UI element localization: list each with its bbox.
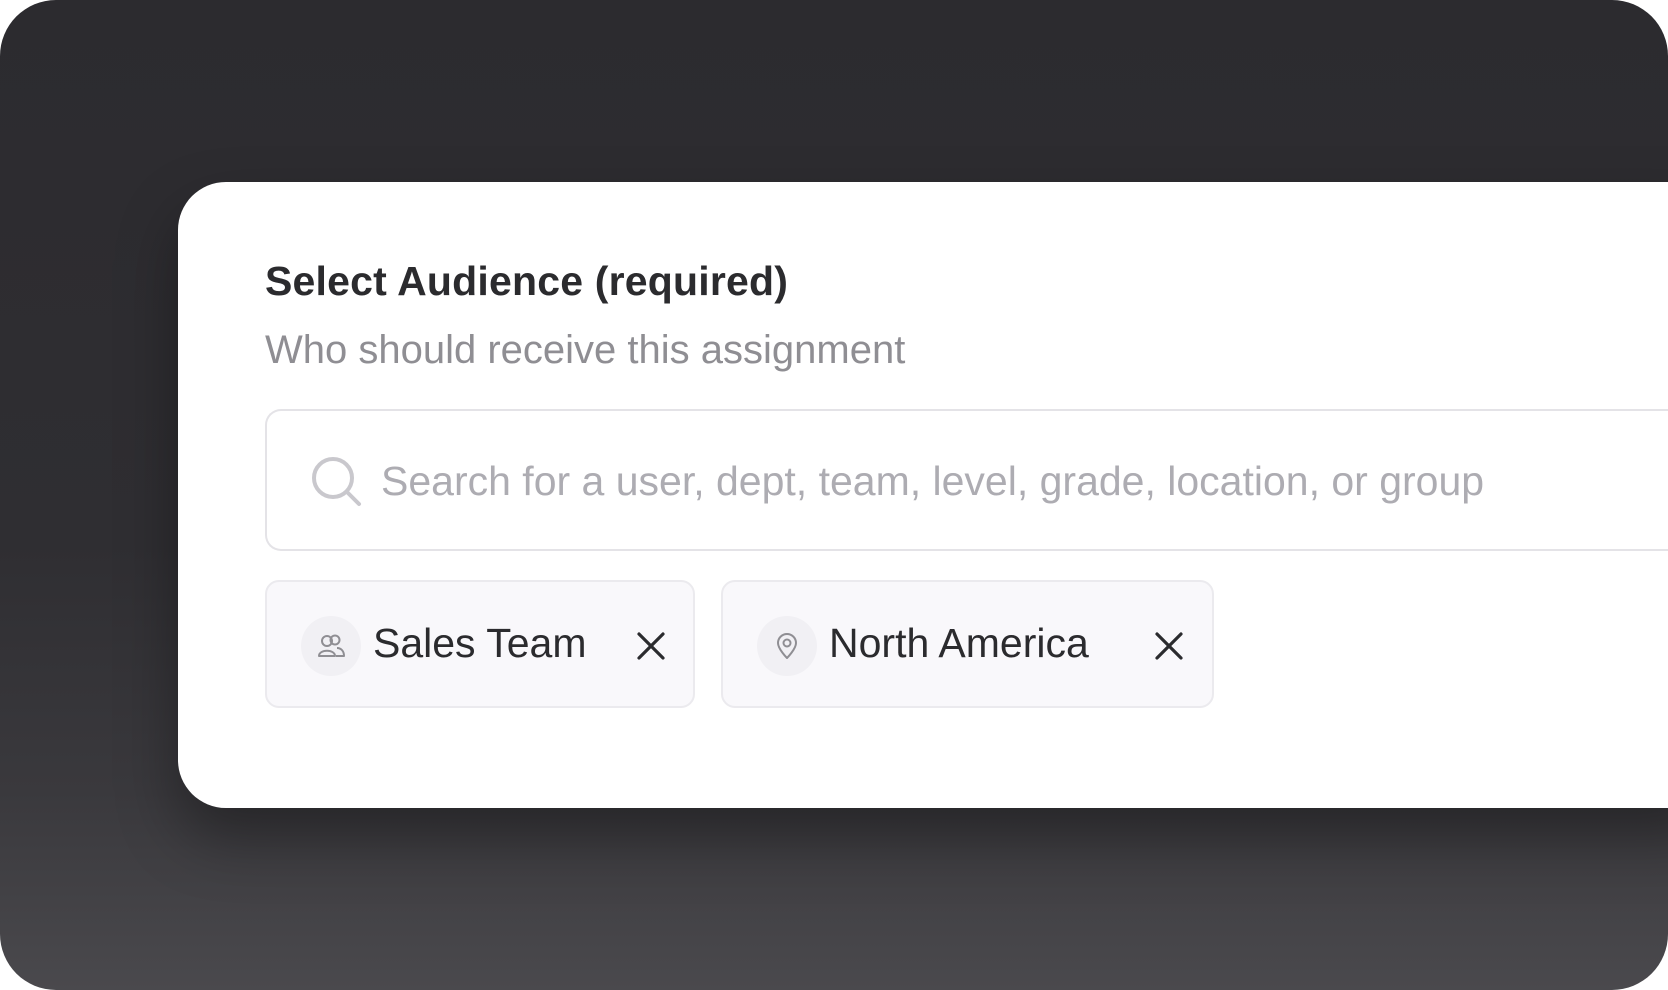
section-subtitle: Who should receive this assignment (265, 328, 906, 372)
location-pin-icon (757, 616, 817, 676)
search-box[interactable] (265, 409, 1668, 551)
chip-sales-team: Sales Team (265, 580, 695, 708)
chip-label: North America (829, 620, 1089, 666)
section-title: Select Audience (required) (265, 258, 789, 304)
remove-north-america-button[interactable] (1149, 626, 1189, 666)
chip-label: Sales Team (373, 620, 587, 666)
close-icon (1155, 632, 1183, 660)
remove-sales-team-button[interactable] (631, 626, 671, 666)
close-icon (637, 632, 665, 660)
chip-north-america: North America (721, 580, 1214, 708)
search-icon (311, 456, 363, 508)
audience-card: Select Audience (required) Who should re… (178, 182, 1668, 808)
team-icon (301, 616, 361, 676)
backdrop: Select Audience (required) Who should re… (0, 0, 1668, 990)
audience-search-input[interactable] (381, 441, 1668, 521)
